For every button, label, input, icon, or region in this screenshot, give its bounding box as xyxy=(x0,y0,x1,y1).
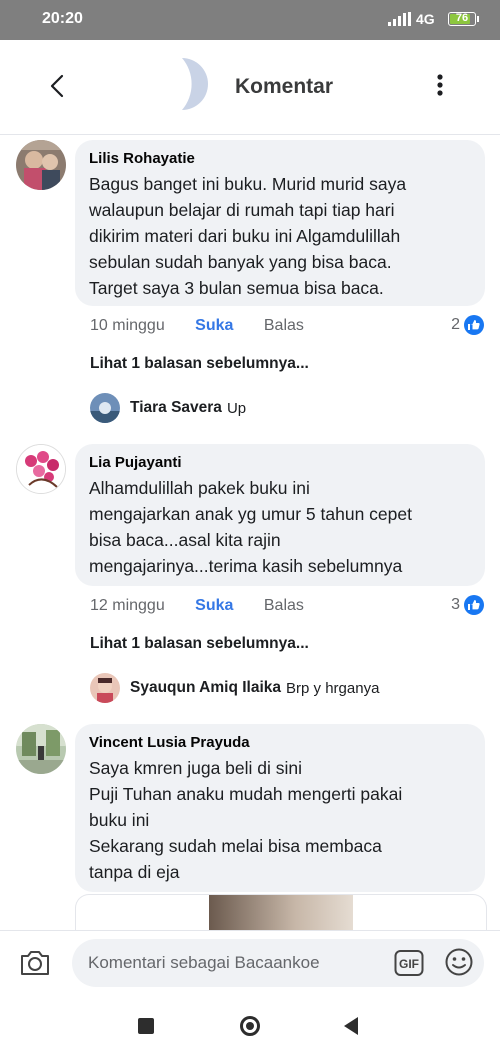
reply-text: Brp y hrganya xyxy=(286,679,380,697)
attachment-image[interactable] xyxy=(209,895,353,931)
more-options-icon[interactable] xyxy=(430,70,450,100)
battery-level: 76 xyxy=(455,12,469,24)
thumbs-up-icon xyxy=(464,595,484,615)
reply-item[interactable]: Tiara Savera Up xyxy=(90,393,246,423)
like-button[interactable]: Suka xyxy=(195,317,233,334)
avatar[interactable] xyxy=(16,724,66,774)
comment-text: Bagus banget ini buku. Murid murid saya … xyxy=(89,174,407,298)
comment-time: 12 minggu xyxy=(90,597,165,614)
comment-actions: 12 minggu Suka Balas xyxy=(90,597,330,615)
reply-button[interactable]: Balas xyxy=(264,317,304,334)
avatar[interactable] xyxy=(90,673,120,703)
comment-time: 10 minggu xyxy=(90,317,165,334)
reaction-count-value: 3 xyxy=(451,596,460,613)
reply-author[interactable]: Syauqun Amiq Ilaika xyxy=(130,679,281,697)
gif-label: GIF xyxy=(399,957,419,971)
battery-icon: 76 xyxy=(448,12,479,26)
reaction-count-value: 2 xyxy=(451,316,460,333)
status-bar: 20:20 4G 76 xyxy=(0,0,500,40)
view-previous-replies[interactable]: Lihat 1 balasan sebelumnya... xyxy=(90,355,309,373)
recent-apps-icon[interactable] xyxy=(138,1018,154,1034)
camera-icon[interactable] xyxy=(18,948,52,978)
reaction-count[interactable]: 3 xyxy=(451,595,484,615)
back-arrow-icon[interactable] xyxy=(44,68,72,104)
page-avatar xyxy=(182,58,208,110)
reply-author[interactable]: Tiara Savera xyxy=(130,399,222,417)
emoji-icon[interactable] xyxy=(444,947,474,977)
gif-icon[interactable]: GIF xyxy=(394,948,424,978)
reaction-count[interactable]: 2 xyxy=(451,315,484,335)
back-icon[interactable] xyxy=(344,1017,358,1035)
comment-author[interactable]: Vincent Lusia Prayuda xyxy=(89,734,471,751)
comment-author[interactable]: Lia Pujayanti xyxy=(89,454,471,471)
reply-item[interactable]: Syauqun Amiq Ilaika Brp y hrganya xyxy=(90,673,379,703)
signal-icon xyxy=(388,12,411,26)
avatar[interactable] xyxy=(16,140,66,190)
reply-text: Up xyxy=(226,399,247,417)
comment-composer: Komentari sebagai Bacaankoe GIF xyxy=(0,930,500,997)
like-button[interactable]: Suka xyxy=(195,597,233,614)
network-type: 4G xyxy=(416,11,435,27)
comment-bubble[interactable]: Lia Pujayanti Alhamdulillah pakek buku i… xyxy=(75,444,485,586)
comment-bubble[interactable]: Vincent Lusia Prayuda Saya kmren juga be… xyxy=(75,724,485,892)
avatar[interactable] xyxy=(90,393,120,423)
comment-bubble[interactable]: Lilis Rohayatie Bagus banget ini buku. M… xyxy=(75,140,485,306)
comment-text: Alhamdulillah pakek buku ini mengajarkan… xyxy=(89,478,412,576)
thumbs-up-icon xyxy=(464,315,484,335)
comment-attachment[interactable] xyxy=(75,894,487,931)
page-title: Komentar xyxy=(235,75,334,98)
reply-button[interactable]: Balas xyxy=(264,597,304,614)
system-nav-bar xyxy=(0,996,500,1056)
avatar[interactable] xyxy=(16,444,66,494)
view-previous-replies[interactable]: Lihat 1 balasan sebelumnya... xyxy=(90,635,309,653)
comment-text: Saya kmren juga beli di sini Puji Tuhan … xyxy=(89,758,403,882)
comment-actions: 10 minggu Suka Balas xyxy=(90,317,330,335)
home-icon[interactable] xyxy=(240,1016,260,1036)
comment-author[interactable]: Lilis Rohayatie xyxy=(89,150,471,167)
header: Komentar xyxy=(0,40,500,135)
status-time: 20:20 xyxy=(42,10,83,27)
